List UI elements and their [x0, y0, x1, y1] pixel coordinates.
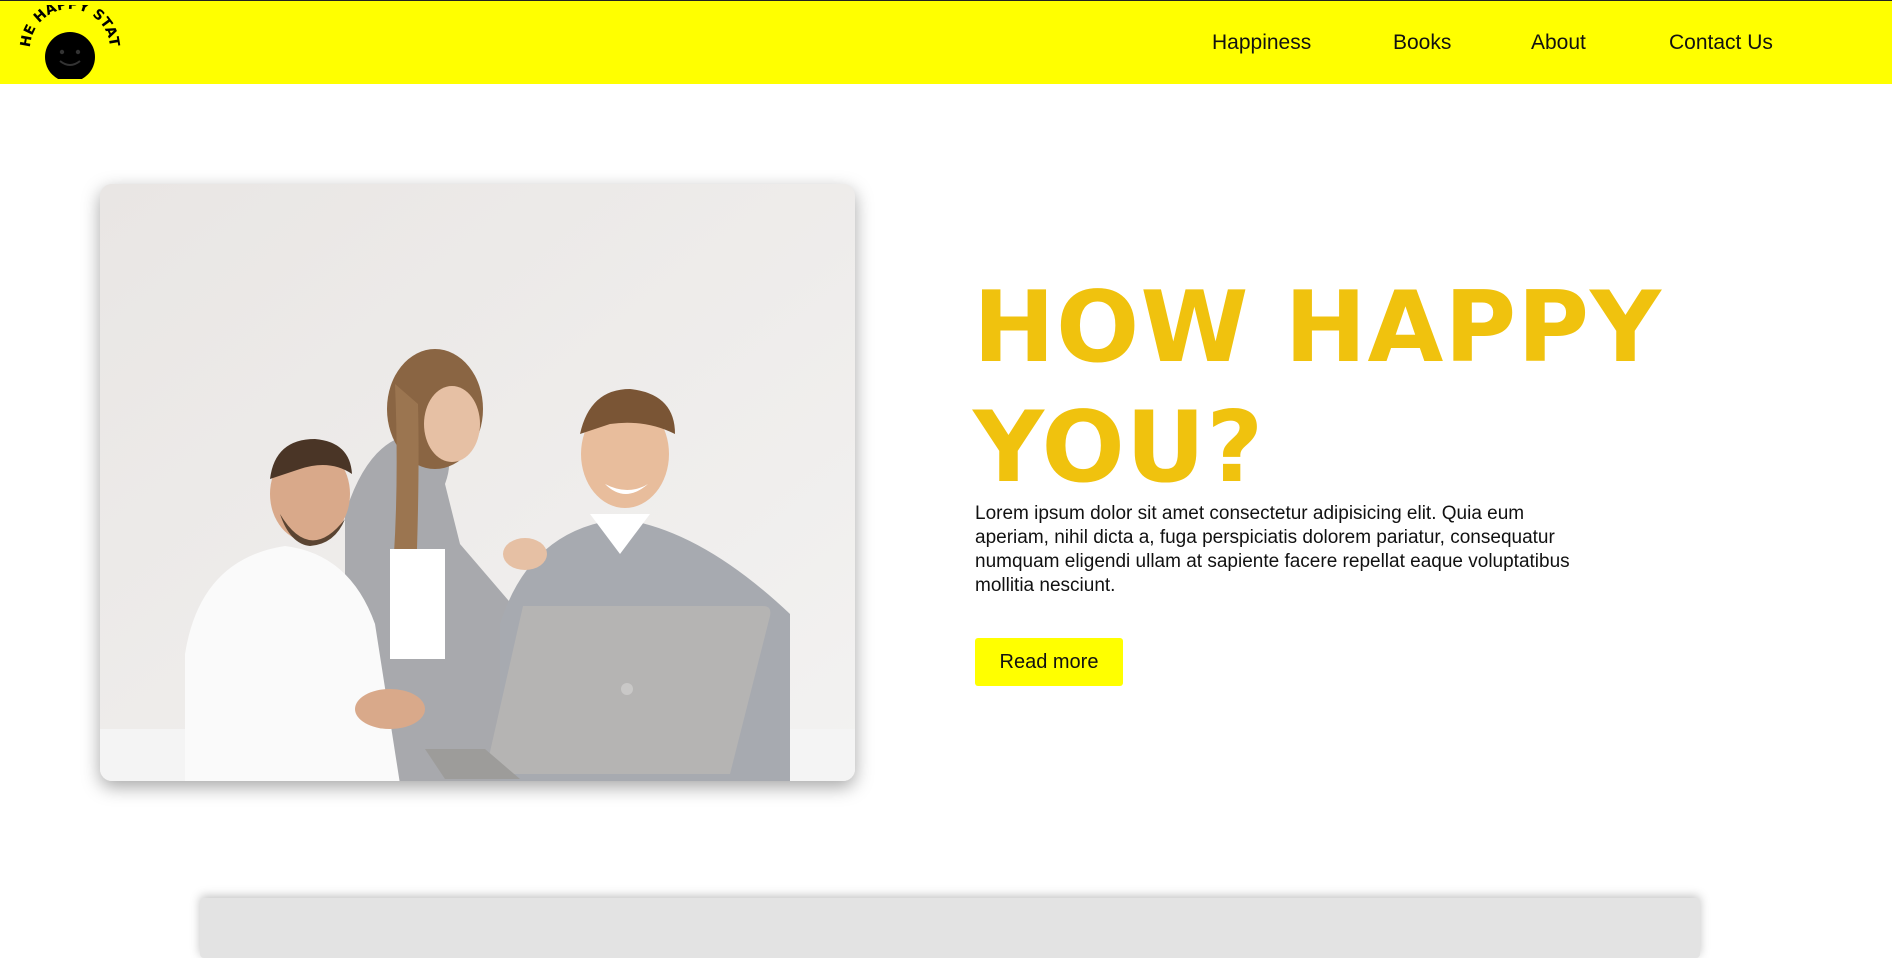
- hero-title-line-2: YOU?: [973, 391, 1265, 505]
- nav-item-books[interactable]: Books: [1393, 31, 1451, 55]
- navbar: THE HAPPY STATS Happiness Books About Co…: [0, 1, 1892, 84]
- main-nav: Happiness Books About Contact Us: [0, 1, 1892, 84]
- hero-description: Lorem ipsum dolor sit amet consectetur a…: [975, 503, 1570, 596]
- nav-item-about[interactable]: About: [1531, 31, 1586, 55]
- hero-title: HOW HAPPY YOU?: [973, 268, 1693, 508]
- hero-title-line-1: HOW HAPPY: [973, 271, 1663, 385]
- team-photo-image: [100, 184, 855, 781]
- bottom-section-panel: [200, 898, 1700, 958]
- hero-image: [100, 184, 855, 781]
- nav-item-contact-us[interactable]: Contact Us: [1669, 31, 1773, 55]
- nav-item-happiness[interactable]: Happiness: [1212, 31, 1311, 55]
- read-more-button[interactable]: Read more: [975, 638, 1123, 686]
